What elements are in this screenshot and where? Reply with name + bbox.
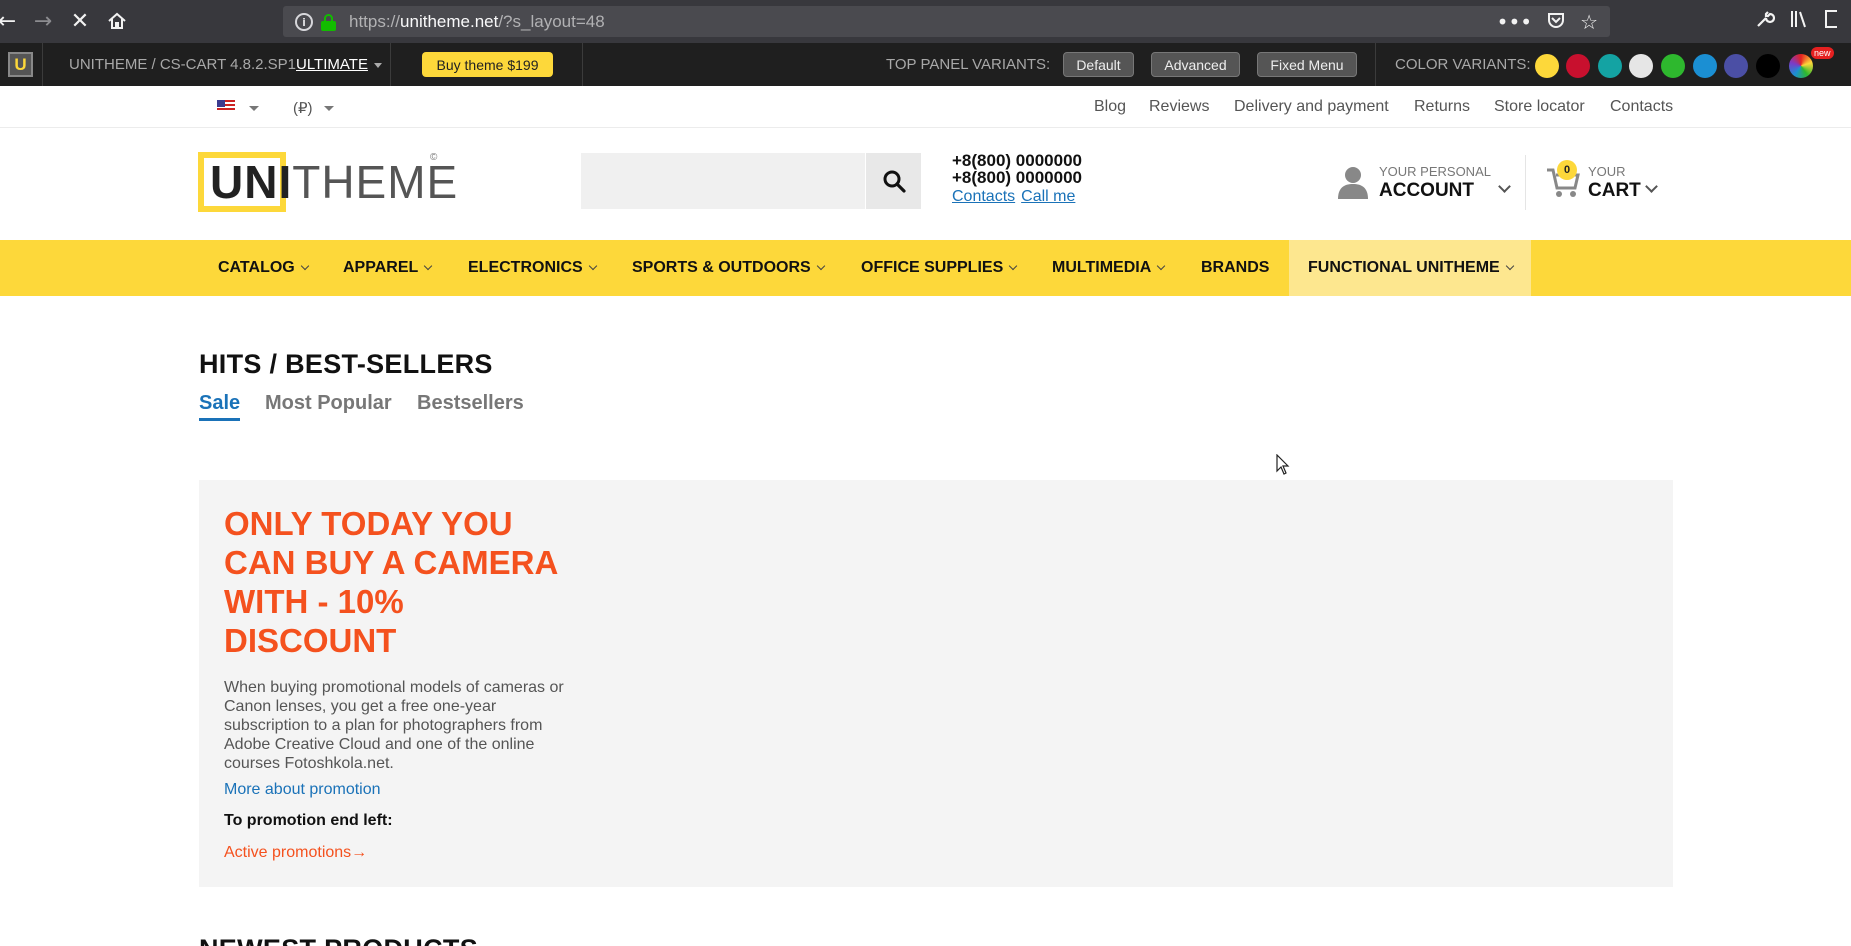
account-subtitle: YOUR PERSONAL (1379, 164, 1491, 179)
mouse-cursor-icon (1276, 454, 1290, 475)
search-input[interactable] (581, 153, 865, 209)
cart-subtitle: YOUR (1588, 164, 1626, 179)
pocket-icon[interactable] (1546, 10, 1566, 35)
menu-item-sports-outdoors[interactable]: SPORTS & OUTDOORS (632, 240, 825, 296)
color-swatch[interactable] (1693, 54, 1717, 78)
promo-description: When buying promotional models of camera… (224, 679, 564, 772)
cart-count-badge: 0 (1557, 160, 1577, 180)
call-me-link[interactable]: Call me (1021, 188, 1075, 205)
address-bar[interactable]: i https://unitheme.net/?s_layout=48 ••• … (283, 6, 1610, 37)
chevron-down-icon (816, 261, 825, 271)
currency-dropdown-caret-icon[interactable] (324, 106, 334, 111)
search-button[interactable] (866, 153, 921, 209)
more-about-promotion-link[interactable]: More about promotion (224, 781, 381, 799)
top-link[interactable]: Returns (1414, 98, 1470, 116)
phone-block: +8(800) 0000000 +8(800) 0000000 Contacts… (952, 152, 1082, 206)
top-link[interactable]: Store locator (1494, 98, 1585, 116)
chevron-down-icon (1157, 261, 1166, 271)
top-link[interactable]: Blog (1094, 98, 1126, 116)
unitheme-u-logo-icon[interactable]: U (8, 52, 33, 77)
page-info-icon[interactable]: i (295, 13, 313, 31)
main-menu: CATALOG APPAREL ELECTRONICS SPORTS & OUT… (0, 240, 1851, 296)
top-panel-variants-label: TOP PANEL VARIANTS: (886, 56, 1051, 73)
phone-number-1[interactable]: +8(800) 0000000 (952, 152, 1082, 169)
menu-item-electronics[interactable]: ELECTRONICS (468, 240, 597, 296)
color-variants-label: COLOR VARIANTS: (1395, 56, 1531, 73)
url-text[interactable]: https://unitheme.net/?s_layout=48 (349, 12, 605, 32)
top-link[interactable]: Delivery and payment (1234, 98, 1389, 116)
chevron-down-icon (300, 261, 309, 271)
language-dropdown-caret-icon[interactable] (249, 106, 259, 111)
color-swatch[interactable] (1566, 54, 1590, 78)
top-link[interactable]: Reviews (1149, 98, 1209, 116)
variant-default-button[interactable]: Default (1063, 52, 1134, 77)
active-promotions-link[interactable]: Active promotions→ (224, 844, 367, 862)
demo-top-panel: U UNITHEME / CS-CART 4.8.2.SP1 ULTIMATE … (0, 43, 1851, 86)
color-swatch[interactable] (1535, 54, 1559, 78)
color-swatch-custom[interactable] (1789, 54, 1813, 78)
top-link[interactable]: Contacts (1610, 98, 1673, 116)
color-swatch[interactable] (1756, 54, 1780, 78)
search-icon (883, 170, 906, 193)
chevron-down-icon (588, 261, 597, 271)
color-swatch[interactable] (1724, 54, 1748, 78)
phone-number-2[interactable]: +8(800) 0000000 (952, 169, 1082, 186)
site-top-links-row: (₽) Blog Reviews Delivery and payment Retur… (0, 86, 1851, 128)
color-swatch[interactable] (1629, 54, 1653, 78)
account-title: ACCOUNT (1379, 180, 1474, 201)
edition-dropdown[interactable]: ULTIMATE (296, 56, 382, 73)
newest-products-title: NEWEST PRODUCTS (199, 934, 478, 946)
hits-section-title: HITS / BEST-SELLERS (199, 349, 493, 379)
chevron-down-icon (1645, 180, 1658, 193)
stop-loading-icon[interactable]: ✕ (67, 8, 93, 34)
chevron-down-icon (424, 261, 433, 271)
reader-icon[interactable] (1825, 9, 1841, 34)
contacts-link[interactable]: Contacts (952, 188, 1015, 205)
color-swatch[interactable] (1661, 54, 1685, 78)
site-logo[interactable]: UNITHEME © (198, 152, 457, 212)
home-icon[interactable] (104, 8, 130, 34)
buy-theme-button[interactable]: Buy theme $199 (422, 52, 553, 77)
menu-item-catalog[interactable]: CATALOG (218, 240, 309, 296)
currency-selector[interactable]: (₽) (293, 99, 313, 117)
menu-item-brands[interactable]: BRANDS (1201, 240, 1269, 296)
cart-title: CART (1588, 180, 1641, 201)
page-actions-icon[interactable]: ••• (1497, 10, 1532, 35)
library-icon[interactable] (1789, 9, 1811, 34)
promo-end-label: To promotion end left: (224, 812, 393, 829)
demo-title: UNITHEME / CS-CART 4.8.2.SP1 (69, 56, 297, 73)
promo-heading: ONLY TODAY YOU CAN BUY A CAMERA WITH - 1… (224, 505, 558, 659)
menu-item-multimedia[interactable]: MULTIMEDIA (1052, 240, 1166, 296)
user-icon (1338, 167, 1368, 199)
wrench-icon[interactable] (1755, 9, 1776, 34)
back-arrow-icon[interactable]: ← (0, 8, 20, 34)
browser-toolbar: ← → ✕ i https://unitheme.net/?s_layout=4… (0, 0, 1851, 43)
chevron-down-icon (1498, 180, 1511, 193)
variant-advanced-button[interactable]: Advanced (1151, 52, 1240, 77)
chevron-down-icon (1505, 261, 1514, 271)
tab-bestsellers[interactable]: Bestsellers (417, 392, 524, 418)
tab-sale[interactable]: Sale (199, 392, 241, 421)
us-flag-icon[interactable] (217, 100, 235, 112)
tab-most-popular[interactable]: Most Popular (265, 392, 392, 418)
secure-lock-icon (321, 14, 336, 31)
menu-item-office-supplies[interactable]: OFFICE SUPPLIES (861, 240, 1018, 296)
new-badge: new (1811, 47, 1834, 59)
bookmark-star-icon[interactable]: ☆ (1580, 10, 1598, 35)
cart-dropdown[interactable]: 0 YOUR CART (1546, 160, 1666, 204)
color-swatch[interactable] (1598, 54, 1622, 78)
variant-fixed-menu-button[interactable]: Fixed Menu (1257, 52, 1357, 77)
menu-item-functional-unitheme[interactable]: FUNCTIONAL UNITHEME (1289, 240, 1531, 296)
forward-arrow-icon[interactable]: → (30, 8, 56, 34)
chevron-down-icon (1009, 261, 1018, 271)
chevron-down-icon (373, 62, 382, 68)
account-dropdown[interactable]: YOUR PERSONAL ACCOUNT (1337, 163, 1517, 203)
promo-banner: ONLY TODAY YOU CAN BUY A CAMERA WITH - 1… (199, 480, 1673, 887)
menu-item-apparel[interactable]: APPAREL (343, 240, 433, 296)
